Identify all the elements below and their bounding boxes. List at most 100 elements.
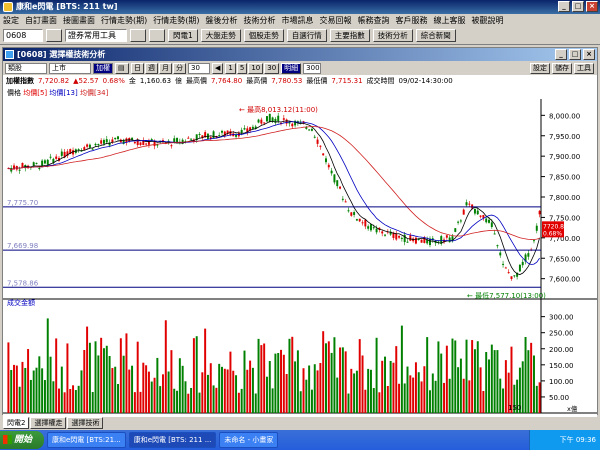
taskbar-task-1[interactable]: 康和e閃電 [BTS: 211 ...: [128, 432, 217, 448]
toolbar-button-4[interactable]: 主要指數: [329, 29, 370, 42]
candle-body-121: [347, 210, 350, 212]
menu-item-11[interactable]: 線上客服: [431, 14, 469, 27]
nav-button-0[interactable]: 1: [225, 62, 236, 74]
bottom-tab-1[interactable]: 選擇權走: [30, 417, 67, 429]
candle-body-47: [139, 142, 142, 145]
candle-body-34: [102, 139, 105, 144]
menu-item-2[interactable]: 接圖畫面: [60, 14, 98, 27]
sub-maximize-button[interactable]: □: [569, 49, 581, 60]
taskbar-task-2[interactable]: 未命名 - 小畫家: [219, 432, 279, 448]
window-icon[interactable]: [149, 29, 165, 42]
volume-bar-27: [83, 350, 86, 413]
nav-prev-button[interactable]: ◀: [212, 62, 224, 74]
volume-bar-59: [173, 388, 176, 413]
candle-body-110: [316, 139, 319, 144]
taskbar-task-0[interactable]: 康和e閃電 [BTS:21...: [47, 432, 126, 448]
candlestick-chart[interactable]: 8,000.00 7,950.00 7,900.00 7,850.00 7,800.00…: [3, 87, 597, 428]
volume-bar-32: [97, 355, 100, 413]
candle-body-122: [350, 212, 353, 216]
folder-icon[interactable]: [46, 29, 62, 42]
volume-bar-114: [327, 341, 330, 413]
volume-bar-4: [18, 386, 21, 413]
menu-item-8[interactable]: 交易回報: [317, 14, 355, 27]
app-icon: [3, 2, 13, 12]
candle-body-30: [91, 148, 94, 150]
candle-body-68: [198, 133, 201, 135]
volume-bar-142: [406, 366, 409, 413]
volume-bar-162: [462, 378, 465, 413]
menu-item-0[interactable]: 設定: [0, 14, 22, 27]
volume-bar-66: [192, 338, 195, 413]
start-button[interactable]: 開始: [0, 431, 44, 449]
sub-close-button[interactable]: ×: [583, 49, 595, 60]
volume-bar-83: [240, 388, 243, 413]
volume-bar-111: [319, 363, 322, 413]
close-button[interactable]: ×: [586, 1, 598, 12]
volume-bar-120: [344, 351, 347, 413]
menu-item-4[interactable]: 行情走勢(期): [150, 14, 202, 27]
volume-bar-67: [195, 336, 198, 413]
toolbar-button-1[interactable]: 大盤走勢: [200, 29, 241, 42]
toolbar-button-6[interactable]: 綜合新聞: [415, 29, 456, 42]
toolbar-button-0[interactable]: 閃電1: [168, 29, 198, 42]
volume-bar-112: [322, 331, 325, 413]
chart-area[interactable]: 8,000.00 7,950.00 7,900.00 7,850.00 7,800.00…: [3, 87, 597, 428]
toolbar-button-2[interactable]: 個股走勢: [243, 29, 284, 42]
volume-bar-148: [423, 366, 426, 413]
amount-unit: 億: [175, 77, 183, 85]
menu-item-10[interactable]: 客戶服務: [393, 14, 431, 27]
volume-bar-17: [55, 338, 58, 413]
volume-bar-147: [420, 381, 423, 413]
volume-bar-99: [285, 374, 288, 413]
menu-item-12[interactable]: 被觀說明: [469, 14, 507, 27]
period-button-2[interactable]: 月: [159, 62, 172, 74]
volume-bar-157: [448, 378, 451, 413]
period-button-1[interactable]: 週: [145, 62, 158, 74]
candle-body-187: [532, 240, 535, 242]
volume-bar-106: [305, 379, 308, 413]
code-box[interactable]: 加權: [93, 62, 113, 74]
nav-button-2[interactable]: 10: [248, 62, 264, 74]
price-tick-label-3: 7,850.00: [549, 174, 580, 182]
control-right-button-1[interactable]: 儲存: [552, 62, 572, 74]
volume-bar-77: [223, 368, 226, 413]
toolbar-button-5[interactable]: 技術分析: [372, 29, 413, 42]
candle-body-99: [285, 119, 288, 124]
candle-body-28: [86, 144, 89, 147]
settings-icon[interactable]: [130, 29, 146, 42]
maximize-button[interactable]: □: [572, 1, 584, 12]
category-select[interactable]: 類股: [5, 62, 47, 74]
menu-item-6[interactable]: 技術分析: [241, 14, 279, 27]
period-button-0[interactable]: 日: [131, 62, 144, 74]
control-right-button-2[interactable]: 工具: [574, 62, 594, 74]
code-input[interactable]: 0608: [3, 29, 43, 42]
window-titlebar: 康和e閃電 [BTS: 211 tw] _ □ ×: [0, 0, 600, 14]
tool-select[interactable]: 證券常用工具: [65, 29, 127, 42]
menu-item-1[interactable]: 自訂畫面: [22, 14, 60, 27]
control-right-button-0[interactable]: 設定: [530, 62, 550, 74]
detail-toggle[interactable]: ▤: [115, 62, 129, 74]
bottom-tab-2[interactable]: 選擇技術: [67, 417, 104, 429]
volume-bar-31: [94, 341, 97, 413]
menu-item-5[interactable]: 盤後分析: [203, 14, 241, 27]
toolbar-button-3[interactable]: 自選行情: [286, 29, 327, 42]
minutes-select[interactable]: 30: [188, 62, 210, 74]
count-input[interactable]: 300: [303, 62, 322, 74]
bottom-tab-0[interactable]: 閃電2: [3, 417, 30, 429]
count-label[interactable]: 明細: [281, 62, 302, 74]
menu-item-7[interactable]: 市場訊息: [279, 14, 317, 27]
candle-body-166: [473, 208, 476, 214]
nav-button-3[interactable]: 30: [264, 62, 280, 74]
volume-bar-145: [414, 362, 417, 413]
market-select[interactable]: 上市: [49, 62, 91, 74]
candle-body-131: [375, 228, 378, 233]
candle-body-117: [336, 180, 339, 187]
minimize-button[interactable]: _: [558, 1, 570, 12]
menu-item-3[interactable]: 行情走勢(期): [98, 14, 150, 27]
period-button-3[interactable]: 分: [173, 62, 186, 74]
candle-body-13: [43, 160, 46, 164]
menu-item-9[interactable]: 帳務查詢: [355, 14, 393, 27]
volume-bar-105: [302, 368, 305, 413]
sub-minimize-button[interactable]: _: [555, 49, 567, 60]
nav-button-1[interactable]: 5: [236, 62, 248, 74]
